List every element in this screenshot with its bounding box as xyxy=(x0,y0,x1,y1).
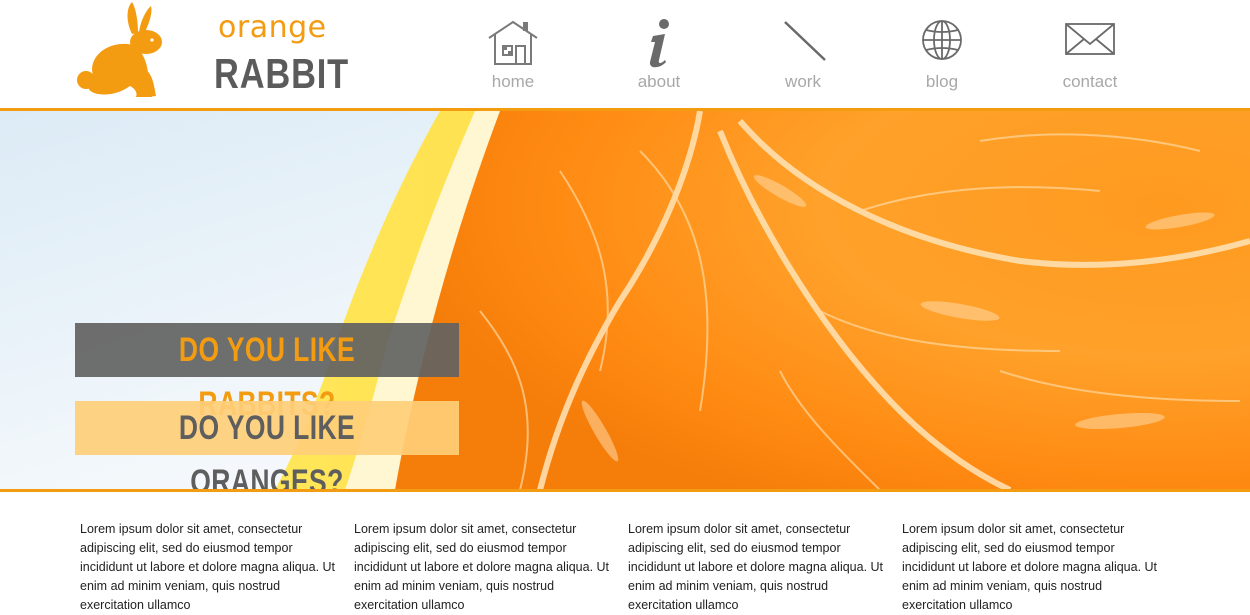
nav-label-work: work xyxy=(785,72,821,91)
column-text-3: Lorem ipsum dolor sit amet, consectetur … xyxy=(628,522,884,612)
globe-icon xyxy=(922,20,962,60)
nav-item-blog[interactable]: blog xyxy=(892,10,992,96)
nav-label-blog: blog xyxy=(925,72,959,91)
home-icon xyxy=(488,20,538,65)
site-header: orange RABBIT home about work blog conta… xyxy=(0,0,1250,109)
content-columns: Lorem ipsum dolor sit amet, consectetur … xyxy=(0,492,1250,612)
banner-rabbits[interactable]: DO YOU LIKE RABBITS? xyxy=(75,323,459,423)
nav-item-home[interactable]: home xyxy=(463,10,563,96)
nav-label-home: home xyxy=(491,72,535,91)
nav-item-contact[interactable]: contact xyxy=(1040,10,1140,96)
main-nav: home about work blog contact xyxy=(0,0,1250,104)
column-text-4: Lorem ipsum dolor sit amet, consectetur … xyxy=(902,522,1158,612)
hero-section: DO YOU LIKE RABBITS? DO YOU LIKE ORANGES… xyxy=(0,111,1250,490)
info-icon xyxy=(649,19,669,68)
nav-label-contact: contact xyxy=(1062,72,1118,91)
banner-oranges-text: DO YOU LIKE ORANGES? xyxy=(178,409,356,490)
column-text-2: Lorem ipsum dolor sit amet, consectetur … xyxy=(354,522,610,612)
nav-item-about[interactable]: about xyxy=(609,10,709,96)
nav-label-about: about xyxy=(637,72,681,91)
banner-oranges[interactable]: DO YOU LIKE ORANGES? xyxy=(75,401,459,490)
column-text-1: Lorem ipsum dolor sit amet, consectetur … xyxy=(80,522,336,612)
pencil-line-icon xyxy=(784,21,826,61)
nav-item-work[interactable]: work xyxy=(753,10,853,96)
envelope-icon xyxy=(1065,23,1115,55)
